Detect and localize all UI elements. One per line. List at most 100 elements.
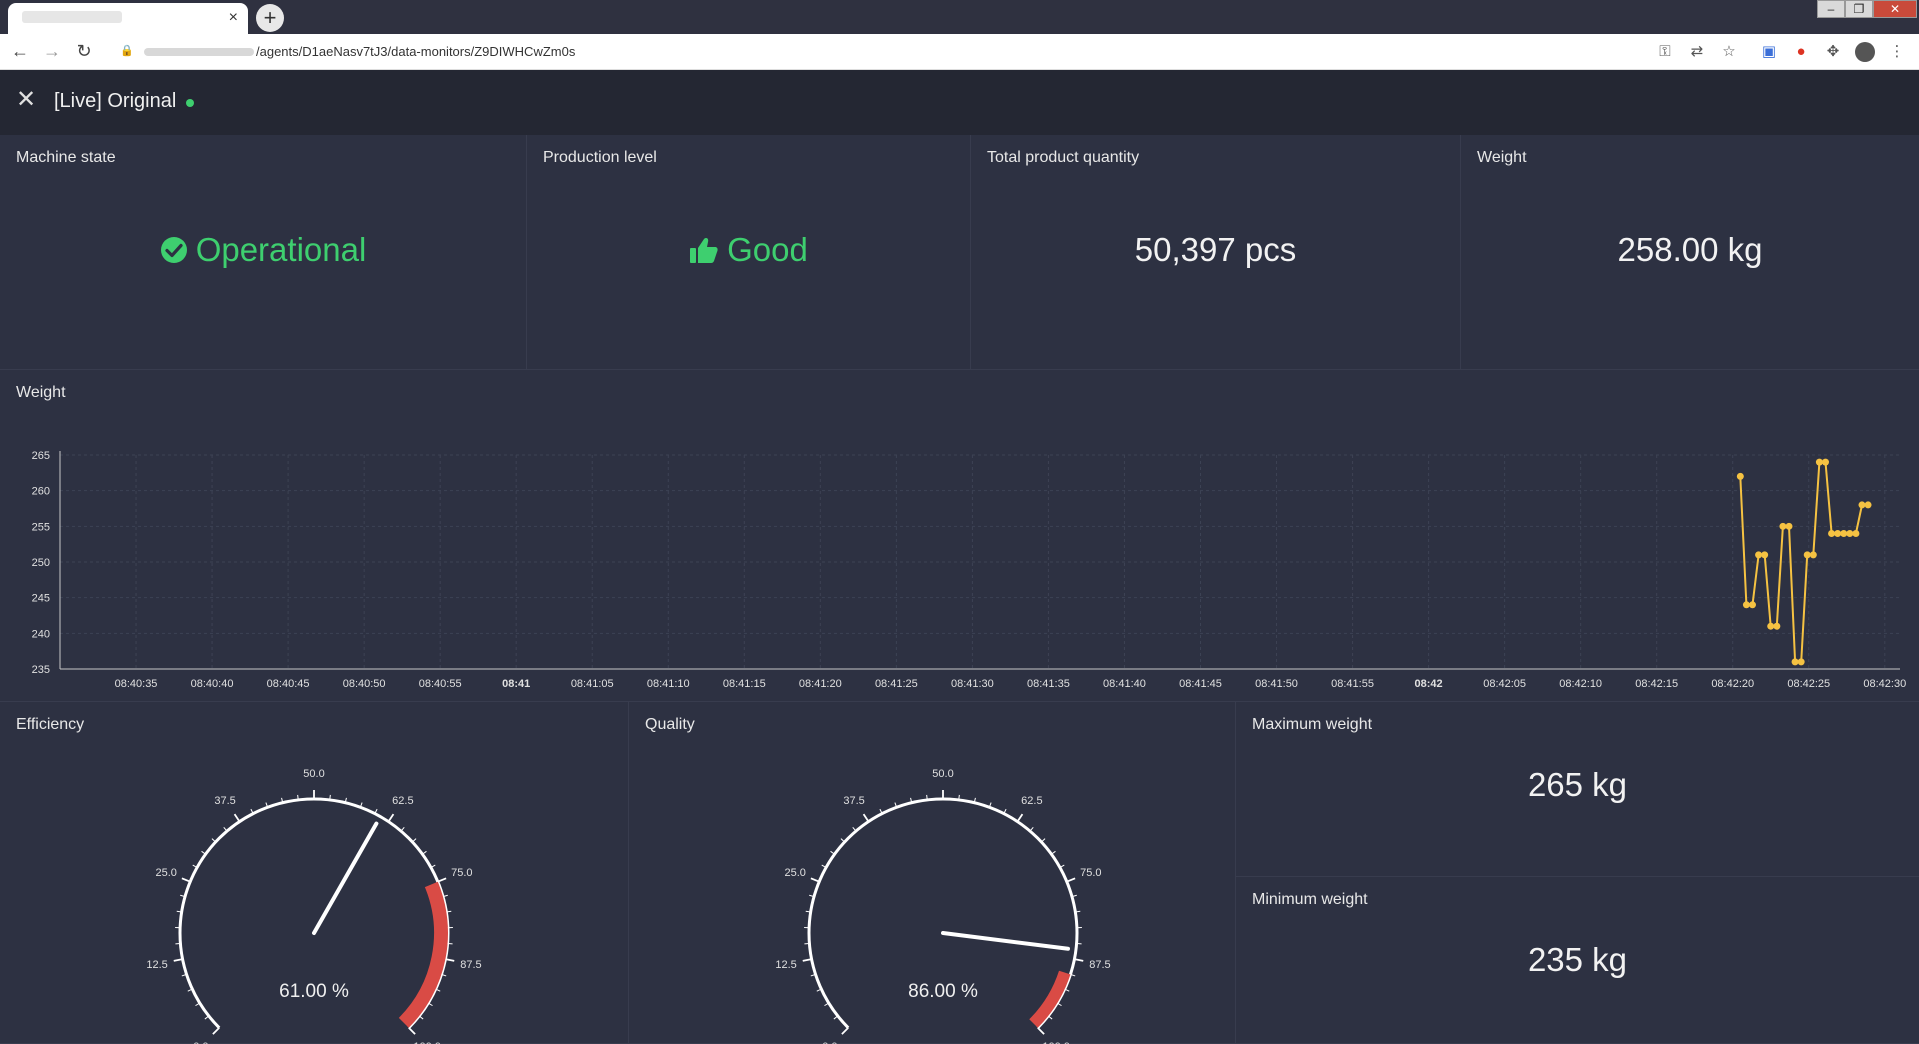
production-level-value: Good xyxy=(527,231,970,269)
x-tick-label: 08:41:45 xyxy=(1179,678,1222,690)
x-tick-label: 08:42 xyxy=(1415,678,1443,690)
weight-chart-panel: Weight 235 240 245 250 255 260 265 08:40:35 08:4… xyxy=(0,370,1919,702)
menu-dots-icon[interactable]: ⋮ xyxy=(1887,42,1907,62)
tile-total-product-quantity: Total product quantity 50,397 pcs xyxy=(971,135,1461,370)
gauge-tick-label: 87.5 xyxy=(460,959,481,971)
gauge-tick xyxy=(1074,958,1084,962)
weight-data-point xyxy=(1797,658,1805,666)
x-tick-label: 08:41:10 xyxy=(647,678,690,690)
tab-close-icon[interactable]: × xyxy=(229,9,238,27)
puzzle-icon[interactable]: ✥ xyxy=(1823,42,1843,62)
y-tick-label: 250 xyxy=(32,557,50,569)
x-tick-label: 08:41:15 xyxy=(723,678,766,690)
extension-opera-icon[interactable]: ● xyxy=(1791,42,1811,62)
x-tick-label: 08:42:30 xyxy=(1863,678,1906,690)
forward-icon[interactable]: → xyxy=(40,41,64,62)
tile-title: Minimum weight xyxy=(1252,891,1368,908)
gauge-tick xyxy=(297,794,299,800)
x-tick-label: 08:41 xyxy=(502,678,530,690)
weight-line-chart: 235 240 245 250 255 260 265 08:40:35 08:40:40 08:… xyxy=(32,450,1907,690)
gauge-tick-label: 37.5 xyxy=(214,795,235,807)
tile-title: Weight xyxy=(1477,149,1527,166)
extension-translate-icon[interactable]: ▣ xyxy=(1759,42,1779,62)
x-tick-label: 08:42:25 xyxy=(1787,678,1830,690)
production-level-text: Good xyxy=(727,231,808,268)
gauge-tick-label: 75.0 xyxy=(451,867,472,879)
gauge-tick xyxy=(181,877,191,883)
tile-title: Maximum weight xyxy=(1252,716,1373,733)
x-tick-label: 08:40:50 xyxy=(343,678,386,690)
maximize-button[interactable]: ❐ xyxy=(1845,0,1873,18)
x-tick-label: 08:41:20 xyxy=(799,678,842,690)
gauge-tick-label: 12.5 xyxy=(146,959,167,971)
key-icon[interactable]: ⚿ xyxy=(1655,42,1675,62)
gauge-needle xyxy=(941,931,1071,951)
weight-data-point xyxy=(1773,622,1781,630)
gauge-tick xyxy=(408,1027,416,1035)
gauge-tick xyxy=(211,838,216,843)
avatar[interactable] xyxy=(1855,42,1875,62)
gauge-tick-label: 12.5 xyxy=(775,959,796,971)
weight-data-point xyxy=(1834,529,1842,537)
minimize-button[interactable]: – xyxy=(1817,0,1845,18)
gauge-tick-label: 25.0 xyxy=(784,867,805,879)
url-path: /agents/D1aeNasv7tJ3/data-monitors/Z9DIW… xyxy=(256,44,576,59)
weight-data-point xyxy=(1840,529,1848,537)
machine-state-text: Operational xyxy=(195,231,367,268)
gauge-tick xyxy=(445,958,455,962)
x-tick-label: 08:42:10 xyxy=(1559,678,1602,690)
weight-data-point xyxy=(1864,501,1872,509)
x-tick-label: 08:41:05 xyxy=(571,678,614,690)
gauge-tick-label: 50.0 xyxy=(303,768,324,780)
window-close-button[interactable]: ✕ xyxy=(1873,0,1917,18)
live-status-dot xyxy=(186,99,194,107)
weight-data-point xyxy=(1852,529,1860,537)
page-title: [Live] Original xyxy=(54,90,177,112)
translate-icon[interactable]: ⇄ xyxy=(1687,42,1707,62)
gauge-tick xyxy=(810,877,820,883)
new-tab-button[interactable]: + xyxy=(256,4,284,32)
tile-title: Total product quantity xyxy=(987,149,1140,166)
thumbs-up-icon xyxy=(690,238,718,263)
weight-data-point xyxy=(1858,501,1866,509)
back-icon[interactable]: ← xyxy=(8,41,32,62)
tile-maximum-weight: Maximum weight 265 kg xyxy=(1236,702,1919,877)
star-icon[interactable]: ☆ xyxy=(1719,42,1739,62)
weight-data-point xyxy=(1736,472,1744,480)
y-tick-label: 245 xyxy=(32,593,50,605)
gauge-tick xyxy=(1037,1027,1045,1035)
gauge-tick xyxy=(233,813,241,823)
x-tick-label: 08:41:35 xyxy=(1027,678,1070,690)
weight-data-point xyxy=(1761,551,1769,559)
weight-data-point xyxy=(1846,529,1854,537)
weight-data-point xyxy=(1742,601,1750,609)
reload-icon[interactable]: ↻ xyxy=(72,41,96,62)
weight-data-point xyxy=(1803,551,1811,559)
gauge-red-band xyxy=(398,881,448,1028)
tile-quality: Quality 0.012.525.037.550.062.575.087.51… xyxy=(629,702,1236,1044)
weight-data-point xyxy=(1809,551,1817,559)
tile-title: Production level xyxy=(543,149,657,166)
x-tick-label: 08:42:05 xyxy=(1483,678,1526,690)
weight-data-point xyxy=(1791,658,1799,666)
x-tick-label: 08:40:35 xyxy=(115,678,158,690)
gauge-value-label: 86.00 % xyxy=(908,981,978,1002)
browser-tab[interactable]: × xyxy=(8,3,248,34)
weight-data-point xyxy=(1815,458,1823,466)
y-tick-label: 265 xyxy=(32,450,50,462)
close-icon[interactable]: ✕ xyxy=(16,88,36,112)
address-bar[interactable]: 🔒 /agents/D1aeNasv7tJ3/data-monitors/Z9D… xyxy=(110,38,1679,66)
gauge-tick xyxy=(841,1027,849,1035)
weight-data-point xyxy=(1779,522,1787,530)
gauge-tick-label: 37.5 xyxy=(843,795,864,807)
y-tick-label: 260 xyxy=(32,486,50,498)
x-tick-label: 08:40:40 xyxy=(191,678,234,690)
efficiency-gauge: 0.012.525.037.550.062.575.087.5100.061.0… xyxy=(146,768,481,1044)
gauge-tick-label: 62.5 xyxy=(392,795,413,807)
gauge-tick-label: 62.5 xyxy=(1021,795,1042,807)
gauge-needle xyxy=(312,821,379,935)
weight-value: 258.00 kg xyxy=(1617,231,1763,268)
weight-data-point xyxy=(1785,522,1793,530)
weight-data-point xyxy=(1828,529,1836,537)
gauge-tick xyxy=(387,813,395,823)
